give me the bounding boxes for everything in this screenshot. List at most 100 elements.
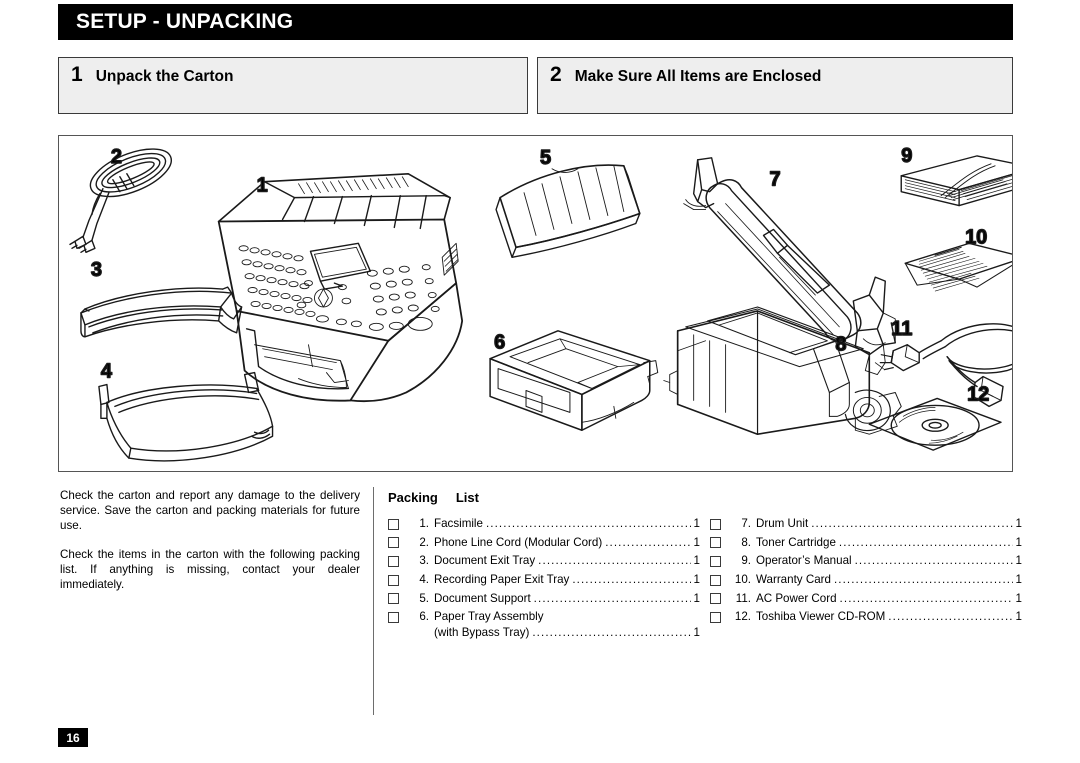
- packing-list-item[interactable]: 4. Recording Paper Exit Tray ...........…: [388, 572, 700, 588]
- item-name: Document Exit Tray: [434, 554, 536, 568]
- leader-dots: ........................................…: [838, 535, 1013, 549]
- packing-list-item[interactable]: 12. Toshiba Viewer CD-ROM ..............…: [710, 609, 1022, 625]
- checkbox-9[interactable]: [710, 555, 721, 567]
- item-qty: 1: [1015, 554, 1022, 568]
- checkbox-7[interactable]: [710, 518, 721, 530]
- packing-list-item[interactable]: 3. Document Exit Tray ..................…: [388, 553, 700, 569]
- item-name: Facsimile: [434, 517, 483, 530]
- item-index: 8.: [741, 535, 751, 549]
- packing-list-item[interactable]: 2. Phone Line Cord (Modular Cord) ......…: [388, 535, 700, 551]
- item-name: Warranty Card: [756, 573, 831, 587]
- manual-page: SETUP - UNPACKING 1 Unpack the Carton 2 …: [0, 0, 1080, 763]
- packing-list-item[interactable]: 7. Drum Unit ...........................…: [710, 516, 1022, 532]
- packing-list-item[interactable]: 11. AC Power Cord ......................…: [710, 591, 1022, 607]
- item-name: Toshiba Viewer CD-ROM: [756, 610, 886, 624]
- checkbox-1[interactable]: [388, 518, 399, 530]
- phone-line-cord-illustration: [69, 148, 172, 254]
- item-name: Recording Paper Exit Tray: [434, 573, 570, 587]
- page-title-bar: SETUP - UNPACKING: [58, 4, 1013, 40]
- packing-list-item[interactable]: 8. Toner Cartridge .....................…: [710, 535, 1022, 551]
- item-name: Document Support: [434, 591, 531, 605]
- item-name: Phone Line Cord (Modular Cord): [434, 535, 603, 549]
- step-label-1: Unpack the Carton: [95, 68, 234, 85]
- item-index: 6.: [419, 610, 429, 624]
- item-index: 7.: [741, 517, 751, 530]
- checkbox-4[interactable]: [388, 574, 399, 586]
- callout-4: 4: [101, 361, 112, 383]
- operators-manual-illustration: [900, 155, 1012, 207]
- item-qty: 1: [1015, 517, 1022, 530]
- leader-dots: ........................................…: [839, 591, 1013, 605]
- item-name-line2: (with Bypass Tray): [434, 625, 530, 639]
- leader-dots: ........................................…: [485, 517, 691, 530]
- item-qty: 1: [1015, 591, 1022, 605]
- leader-dots: ........................................…: [854, 554, 1013, 568]
- checkbox-11[interactable]: [710, 593, 721, 605]
- step-header-1: 1 Unpack the Carton: [58, 57, 528, 114]
- document-support-illustration: [495, 164, 641, 258]
- leader-dots: ........................................…: [605, 535, 691, 549]
- leader-dots: ........................................…: [888, 610, 1012, 624]
- item-index: 3.: [419, 554, 429, 568]
- item-name: Operator’s Manual: [756, 554, 852, 568]
- item-index: 9.: [741, 554, 751, 568]
- cd-rom-illustration: [868, 397, 1002, 451]
- leader-dots: ........................................…: [533, 591, 691, 605]
- packing-list-item[interactable]: 5. Document Support ....................…: [388, 591, 700, 607]
- checkbox-2[interactable]: [388, 537, 399, 549]
- packing-list-title: Packing List: [388, 490, 1013, 505]
- callout-6: 6: [494, 332, 505, 354]
- drum-unit-illustration: [683, 157, 896, 376]
- callout-12: 12: [967, 383, 989, 405]
- callout-3: 3: [91, 259, 102, 281]
- warranty-card-illustration: [904, 242, 1012, 292]
- callout-2: 2: [111, 146, 122, 168]
- leader-dots: ........................................…: [532, 625, 690, 639]
- packing-list-item[interactable]: 6. Paper Tray Assembly (with Bypass Tray…: [388, 609, 700, 640]
- document-exit-tray-illustration: [80, 286, 243, 338]
- packing-list-column-left: 1. Facsimile ...........................…: [388, 516, 700, 644]
- checkbox-3[interactable]: [388, 555, 399, 567]
- item-index: 10.: [734, 573, 751, 587]
- packing-list-title-word1: Packing: [388, 490, 438, 505]
- checkbox-5[interactable]: [388, 593, 399, 605]
- callout-11: 11: [891, 318, 912, 340]
- item-index: 11.: [735, 591, 751, 605]
- step-number-2: 2: [550, 63, 562, 86]
- checkbox-8[interactable]: [710, 537, 721, 549]
- item-name: Toner Cartridge: [756, 535, 836, 549]
- step-number-1: 1: [71, 63, 83, 86]
- illustration-panel: 2 3 4 1 5 7 9 10 11 12 6 8: [58, 135, 1013, 472]
- instructions-text: Check the carton and report any damage t…: [60, 488, 360, 605]
- packing-list-item[interactable]: 1. Facsimile ...........................…: [388, 516, 700, 532]
- item-index: 1.: [419, 517, 429, 530]
- callout-9: 9: [901, 145, 912, 167]
- checkbox-12[interactable]: [710, 611, 721, 623]
- page-number: 16: [58, 728, 88, 747]
- recording-paper-exit-tray-illustration: [98, 371, 274, 462]
- packing-list-title-word2: List: [455, 490, 479, 505]
- item-index: 12.: [734, 610, 751, 624]
- callout-1: 1: [257, 175, 268, 197]
- checkbox-10[interactable]: [710, 574, 721, 586]
- column-divider: [373, 487, 374, 715]
- leader-dots: ........................................…: [811, 517, 1013, 530]
- leader-dots: ........................................…: [572, 573, 690, 587]
- item-qty: 1: [1015, 610, 1022, 624]
- callout-5: 5: [540, 147, 551, 169]
- item-name: Paper Tray Assembly: [434, 610, 544, 624]
- paper-tray-assembly-illustration: [489, 330, 659, 431]
- page-title: SETUP - UNPACKING: [76, 10, 294, 33]
- leader-dots: ........................................…: [833, 573, 1013, 587]
- packing-list-item[interactable]: 10. Warranty Card ......................…: [710, 572, 1022, 588]
- item-name: AC Power Cord: [756, 591, 837, 605]
- packing-list-column-right: 7. Drum Unit ...........................…: [700, 516, 1022, 644]
- packing-list-item[interactable]: 9. Operator’s Manual ...................…: [710, 553, 1022, 569]
- checkbox-6[interactable]: [388, 611, 399, 623]
- item-qty: 1: [1015, 535, 1022, 549]
- callout-7: 7: [770, 169, 781, 191]
- item-qty: 1: [1015, 573, 1022, 587]
- item-name: Drum Unit: [756, 517, 809, 530]
- callout-10: 10: [965, 226, 987, 248]
- packing-list-section: Packing List 1. Facsimile ...............…: [388, 490, 1022, 644]
